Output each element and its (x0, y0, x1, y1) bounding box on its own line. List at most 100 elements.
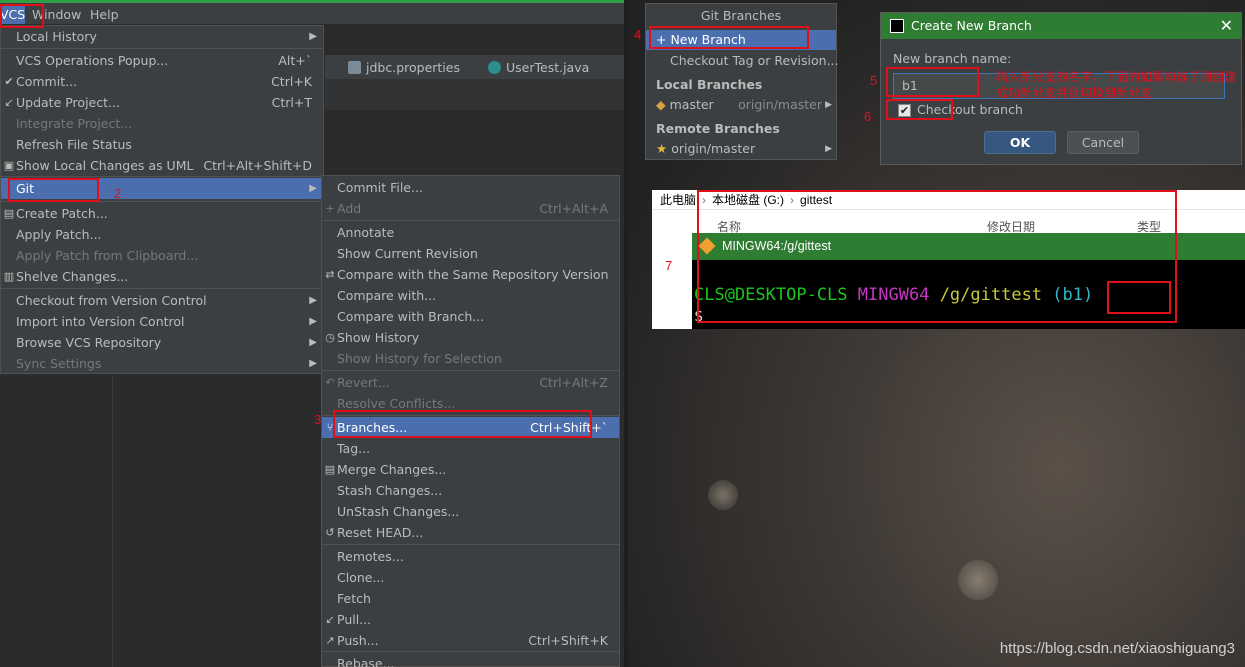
menu-item-label: Commit File... (337, 180, 423, 195)
annotation-number: 2 (114, 186, 122, 201)
git-menu-item[interactable]: Commit File... (322, 177, 619, 198)
java-class-icon (488, 61, 501, 74)
git-menu-item[interactable]: ↺ Reset HEAD... (322, 522, 619, 543)
vcs-menu-item[interactable]: Browse VCS Repository ▶ (1, 332, 323, 353)
menu-item-label: Rebase... (337, 656, 395, 667)
annotation-box-branch-indicator (1107, 281, 1171, 314)
cancel-button[interactable]: Cancel (1067, 131, 1139, 154)
git-menu-item[interactable]: UnStash Changes... (322, 501, 619, 522)
git-menu-item[interactable]: Clone... (322, 567, 619, 588)
menu-separator (1, 48, 323, 49)
vcs-menu-item[interactable]: ✔ Commit... Ctrl+K (1, 71, 323, 92)
crumb-this-pc[interactable]: 此电脑 (660, 193, 696, 207)
star-icon: ★ (656, 141, 668, 156)
git-menu-item[interactable]: ▤ Merge Changes... (322, 459, 619, 480)
branch-name: origin/master (671, 141, 756, 156)
menu-item-label: UnStash Changes... (337, 504, 460, 519)
menu-item-label: Compare with... (337, 288, 437, 303)
menu-item-label: Integrate Project... (16, 116, 133, 131)
menu-item-label: Apply Patch from Clipboard... (16, 248, 199, 263)
menu-item-label: Update Project... (16, 95, 120, 110)
git-menu-item[interactable]: Fetch (322, 588, 619, 609)
dialog-title: Create New Branch (911, 18, 1032, 33)
menu-item-icon: ↗ (325, 634, 335, 647)
tab-jdbc-properties[interactable]: jdbc.properties × (340, 57, 485, 97)
vcs-menu-item[interactable]: VCS Operations Popup... Alt+` (1, 50, 323, 71)
submenu-arrow-icon: ▶ (309, 316, 317, 327)
close-icon[interactable]: ✕ (1220, 13, 1233, 39)
menu-item-shortcut: Ctrl+Alt+Z (539, 375, 608, 390)
menu-item-label: Show History for Selection (337, 351, 502, 366)
menu-item-shortcut: Alt+` (278, 53, 312, 68)
branch-item-master[interactable]: ◆ master origin/master ▶ (646, 95, 836, 115)
menu-item-label: Revert... (337, 375, 390, 390)
vcs-menu-item[interactable]: ↙ Update Project... Ctrl+T (1, 92, 323, 113)
git-menu-item[interactable]: Stash Changes... (322, 480, 619, 501)
tab-label: UserTest.java (506, 60, 590, 75)
vcs-menu-item[interactable]: Checkout from Version Control ▶ (1, 290, 323, 311)
vcs-menu-item[interactable]: ▥ Shelve Changes... (1, 266, 323, 287)
background-light (708, 480, 738, 510)
menu-separator (1, 288, 323, 289)
vcs-menu-item[interactable]: ▤ Create Patch... (1, 203, 323, 224)
menu-item-label: Local History (16, 29, 97, 44)
menu-item-label: Merge Changes... (337, 462, 447, 477)
menu-help[interactable]: Help (90, 6, 119, 24)
menu-item-icon: ▣ (3, 159, 15, 172)
menu-item-icon: ▤ (3, 207, 15, 220)
git-menu-item[interactable]: Remotes... (322, 546, 619, 567)
submenu-arrow-icon: ▶ (825, 144, 832, 154)
menu-item-shortcut: Ctrl+Alt+A (539, 201, 608, 216)
git-menu-item[interactable]: Tag... (322, 438, 619, 459)
menu-item-icon: ⇄ (325, 268, 335, 281)
git-menu-item[interactable]: ↗ Push... Ctrl+Shift+K (322, 630, 619, 651)
git-menu-item[interactable]: Rebase... (322, 653, 619, 667)
menu-item-icon: ▥ (3, 270, 15, 283)
menu-item-label: Refresh File Status (16, 137, 132, 152)
vcs-menu-item[interactable]: Refresh File Status (1, 134, 323, 155)
menu-item-label: Resolve Conflicts... (337, 396, 456, 411)
editor-area (325, 80, 628, 110)
menu-item-label: Tag... (337, 441, 371, 456)
vcs-menu-item[interactable]: Apply Patch... (1, 224, 323, 245)
menu-item-label: Remotes... (337, 549, 404, 564)
menu-item-label: Shelve Changes... (16, 269, 129, 284)
git-menu-item: + Add Ctrl+Alt+A (322, 198, 619, 219)
tab-label: jdbc.properties (366, 60, 460, 75)
tag-icon: ◆ (656, 97, 666, 112)
menu-separator (1, 176, 323, 177)
vcs-menu-item: Apply Patch from Clipboard... (1, 245, 323, 266)
git-menu-item[interactable]: Compare with Branch... (322, 306, 619, 327)
annotation-number: 3 (314, 412, 322, 427)
menu-item-icon: ↶ (325, 376, 335, 389)
menu-item-icon: ▤ (324, 463, 336, 476)
remote-branches-header: Remote Branches (656, 121, 780, 136)
git-menu-item[interactable]: Show Current Revision (322, 243, 619, 264)
submenu-arrow-icon: ▶ (309, 295, 317, 306)
annotation-box-checkout (886, 99, 953, 120)
ok-button[interactable]: OK (984, 131, 1056, 154)
menu-item-label: Push... (337, 633, 379, 648)
checkout-tag-item[interactable]: Checkout Tag or Revision... (646, 51, 839, 71)
menu-item-label: Add (337, 201, 362, 216)
vcs-menu-item[interactable]: Import into Version Control ▶ (1, 311, 323, 332)
submenu-arrow-icon: ▶ (309, 358, 317, 369)
git-menu-item[interactable]: Compare with... (322, 285, 619, 306)
annotation-number: 4 (634, 27, 642, 42)
dialog-title-bar: Create New Branch ✕ (881, 13, 1241, 39)
git-menu-item[interactable]: ⇄ Compare with the Same Repository Versio… (322, 264, 619, 285)
vcs-menu-item[interactable]: ▣ Show Local Changes as UML Ctrl+Alt+Shift… (1, 155, 323, 176)
annotation-box-new-branch (649, 26, 809, 49)
background-light (958, 560, 998, 600)
menu-separator (322, 544, 619, 545)
git-menu-item[interactable]: ↙ Pull... (322, 609, 619, 630)
git-menu-item[interactable]: Annotate (322, 222, 619, 243)
branch-item-origin-master[interactable]: ★ origin/master ▶ (646, 139, 836, 159)
vcs-menu-item[interactable]: Local History ▶ (1, 26, 323, 47)
menu-item-icon: + (325, 202, 335, 215)
annotation-box-terminal (697, 190, 1177, 323)
menu-item-label: Annotate (337, 225, 395, 240)
git-menu-item[interactable]: ◷ Show History (322, 327, 619, 348)
annotation-box-git (8, 178, 99, 202)
tab-usertest-java[interactable]: UserTest.java × (480, 57, 610, 97)
